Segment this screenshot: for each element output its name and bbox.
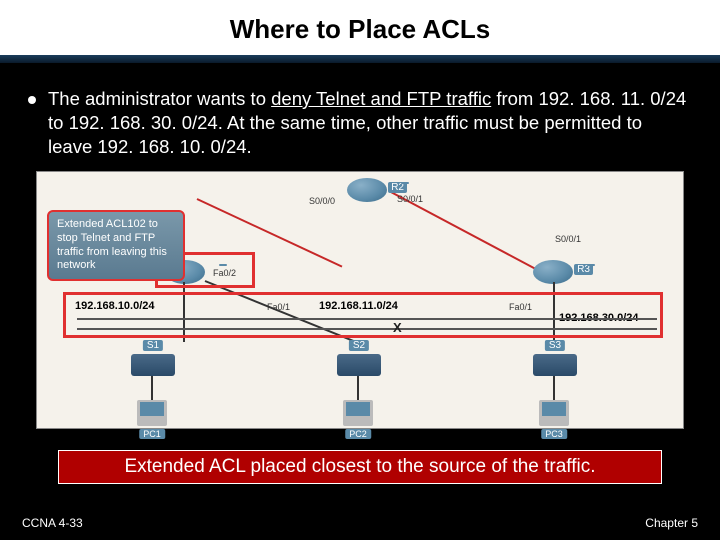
caption-bar: Extended ACL placed closest to the sourc… xyxy=(58,450,662,484)
pc1-label: PC1 xyxy=(139,429,165,439)
footer: CCNA 4-33 Chapter 5 xyxy=(0,516,720,530)
iface-r2-s001: S0/0/1 xyxy=(397,194,423,204)
router-r3: R3 xyxy=(533,260,573,284)
router-r2-label: R2 xyxy=(388,182,407,193)
pc3: PC3 xyxy=(539,400,569,426)
switch-s1-label: S1 xyxy=(143,340,163,351)
switch-s3: S3 xyxy=(533,354,577,376)
link-s2-pc2 xyxy=(357,376,359,400)
bullet-underlined: deny Telnet and FTP traffic xyxy=(271,88,491,109)
pc1: PC1 xyxy=(137,400,167,426)
link-s1-pc1 xyxy=(151,376,153,400)
bullet-text: The administrator wants to deny Telnet a… xyxy=(0,63,720,171)
router-r2: R2 xyxy=(347,178,387,202)
pc2: PC2 xyxy=(343,400,373,426)
bullet-dot xyxy=(28,96,36,104)
slide-title: Where to Place ACLs xyxy=(0,0,720,55)
footer-right: Chapter 5 xyxy=(645,516,698,530)
bullet-pre: The administrator wants to xyxy=(48,88,271,109)
router-r3-label: R3 xyxy=(574,264,593,275)
pc2-label: PC2 xyxy=(345,429,371,439)
switch-s2-label: S2 xyxy=(349,340,369,351)
pc3-label: PC3 xyxy=(541,429,567,439)
acl-tooltip: Extended ACL102 to stop Telnet and FTP t… xyxy=(47,210,185,281)
iface-r2-s000: S0/0/0 xyxy=(309,196,335,206)
switch-s1: S1 xyxy=(131,354,175,376)
network-diagram: R2 R1 R3 S0/0/0 S0/0/1 S0/0/1 Fa0/2 Fa0/… xyxy=(36,171,684,429)
switch-s3-label: S3 xyxy=(545,340,565,351)
title-separator xyxy=(0,55,720,63)
highlight-nets xyxy=(63,292,663,338)
switch-s2: S2 xyxy=(337,354,381,376)
iface-r3-s001: S0/0/1 xyxy=(555,234,581,244)
link-s3-pc3 xyxy=(553,376,555,400)
footer-left: CCNA 4-33 xyxy=(22,516,83,530)
